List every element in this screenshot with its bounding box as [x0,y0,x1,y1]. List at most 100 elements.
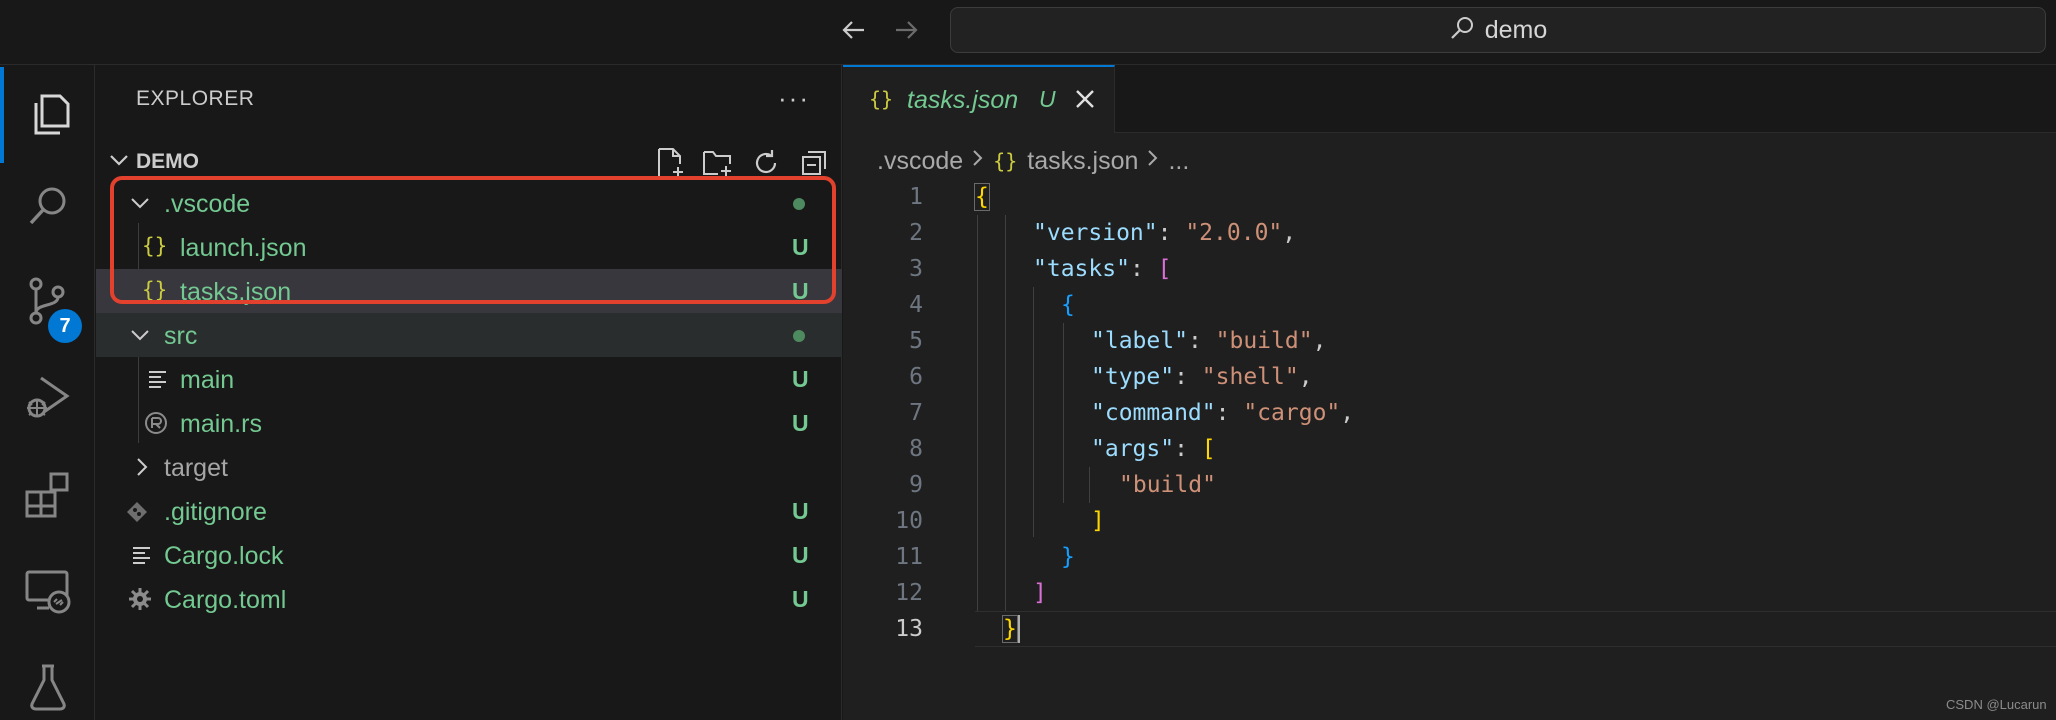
search-activity[interactable] [0,161,95,257]
code-line: 3 "tasks": [ [843,251,2056,287]
breadcrumb: .vscode {} tasks.json ... [877,143,1189,179]
search-icon [24,183,72,236]
tree-item-src-folder[interactable]: src [96,313,842,357]
title-bar: demo [0,0,2056,65]
explorer-sidebar: EXPLORER ··· DEMO .vscode {} launch.json [96,65,842,720]
json-file-icon: {} [993,149,1018,173]
breadcrumb-file[interactable]: tasks.json [1027,147,1138,176]
breadcrumb-folder[interactable]: .vscode [877,147,963,176]
run-debug-activity[interactable] [0,351,95,447]
breadcrumb-symbols[interactable]: ... [1168,147,1189,176]
editor-area: {} tasks.json U .vscode {} tasks.json ..… [843,65,2056,720]
tab-tasks-json[interactable]: {} tasks.json U [843,65,1115,133]
untracked-status: U [792,498,809,524]
tab-label: tasks.json [907,86,1019,114]
code-line: 11 } [843,539,2056,575]
tree-item-launch-json[interactable]: {} launch.json U [96,225,842,269]
tab-bar: {} tasks.json U [843,65,2056,133]
line-number: 9 [909,472,923,498]
refresh-icon[interactable] [748,145,784,181]
command-center-search[interactable]: demo [950,7,2046,53]
extensions-activity[interactable] [0,449,95,545]
code-token: "label": "build", [1091,328,1327,354]
testing-icon [26,662,70,717]
sidebar-title: EXPLORER [136,87,255,110]
code-token: ] [1091,508,1105,534]
tree-item-main[interactable]: main U [96,357,842,401]
tree-item-cargo-toml[interactable]: Cargo.toml U [96,577,842,621]
extensions-icon [23,470,73,525]
code-token: ] [1033,580,1047,606]
testing-activity[interactable] [0,641,95,720]
code-editor[interactable]: 1 { 2 "version": "2.0.0", 3 "tasks": [ 4… [843,179,2056,720]
tree-item-label: launch.json [180,234,307,262]
section-title: DEMO [136,150,199,173]
activity-bar: 7 [0,65,95,720]
line-number: 11 [895,544,923,570]
modified-dot-icon [793,198,805,210]
text-cursor [1018,615,1020,643]
close-icon[interactable] [1071,85,1099,113]
new-file-icon[interactable] [652,145,688,181]
source-control-activity[interactable]: 7 [0,255,95,351]
command-center-text: demo [1484,15,1548,44]
section-header-demo[interactable]: DEMO [96,141,842,181]
untracked-status: U [792,234,809,260]
collapse-all-icon[interactable] [796,145,832,181]
chevron-down-icon [108,149,130,176]
files-icon [26,88,74,143]
code-line-current: 13 } [843,611,2056,647]
current-line-highlight [975,611,2056,647]
line-number: 12 [895,580,923,606]
line-number: 6 [909,364,923,390]
back-arrow-icon[interactable] [836,12,872,48]
code-token: "command": "cargo", [1091,400,1355,426]
source-control-badge: 7 [48,309,82,343]
tree-item-label: .vscode [164,190,251,218]
untracked-status: U [792,410,809,436]
tree-item-main-rs[interactable]: main.rs U [96,401,842,445]
gear-icon [128,587,152,616]
modified-dot-icon [793,330,805,342]
line-number: 13 [895,616,923,642]
remote-explorer-activity[interactable] [0,545,95,641]
untracked-status: U [792,542,809,568]
chevron-right-icon [971,148,985,174]
line-number: 3 [909,256,923,282]
tab-status: U [1039,86,1056,112]
tree-item-tasks-json[interactable]: {} tasks.json U [96,269,842,313]
untracked-status: U [792,586,809,612]
code-line: 12 ] [843,575,2056,611]
code-line: 8 "args": [ [843,431,2056,467]
tree-item-target-folder[interactable]: target [96,445,842,489]
code-token: "build" [1119,472,1216,498]
json-file-icon: {} [142,278,168,302]
code-token: } [1061,544,1075,570]
more-actions-button[interactable]: ··· [778,83,810,114]
code-token: "tasks": [ [1033,256,1172,282]
tree-item-vscode-folder[interactable]: .vscode [96,181,842,225]
search-icon [1449,15,1475,46]
new-folder-icon[interactable] [700,145,736,181]
explorer-activity[interactable] [0,67,95,163]
code-token: { [1061,292,1075,318]
tree-item-label: Cargo.toml [164,586,287,614]
code-line: 6 "type": "shell", [843,359,2056,395]
code-line: 9 "build" [843,467,2056,503]
chevron-down-icon [130,325,150,350]
line-number: 5 [909,328,923,354]
code-line: 1 { [843,179,2056,215]
tree-item-cargo-lock[interactable]: Cargo.lock U [96,533,842,577]
tree-item-label: tasks.json [180,278,292,306]
tree-item-gitignore[interactable]: .gitignore U [96,489,842,533]
rust-file-icon [144,411,168,440]
forward-arrow-icon[interactable] [888,12,924,48]
code-line: 5 "label": "build", [843,323,2056,359]
tree-item-label: main.rs [180,410,262,438]
tree-item-label: main [180,366,235,394]
tree-item-label: src [164,322,198,350]
code-token: } [1002,615,1018,643]
chevron-right-icon [1146,148,1160,174]
remote-explorer-icon [23,566,73,621]
code-token: "version": "2.0.0", [1033,220,1297,246]
